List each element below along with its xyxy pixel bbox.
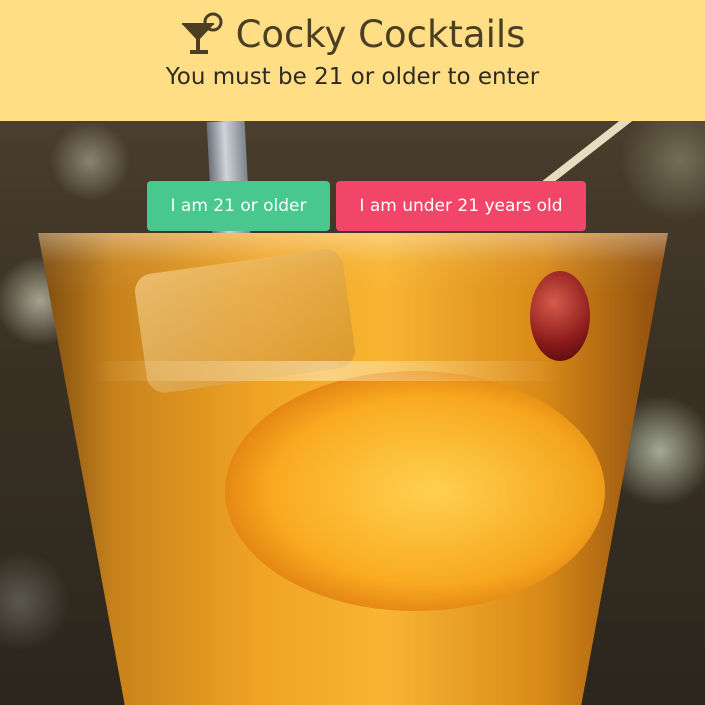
confirm-age-button[interactable]: I am 21 or older xyxy=(147,181,330,231)
cocktail-glass-icon xyxy=(180,12,226,58)
age-requirement-text: You must be 21 or older to enter xyxy=(165,64,540,90)
cherry xyxy=(530,271,590,361)
site-title: Cocky Cocktails xyxy=(235,13,526,56)
header: Cocky Cocktails You must be 21 or older … xyxy=(0,0,705,121)
brand: Cocky Cocktails xyxy=(0,12,705,58)
age-gate-page: Cocky Cocktails You must be 21 or older … xyxy=(0,0,705,705)
liquid-shine xyxy=(90,361,560,381)
age-gate-actions: I am 21 or older I am under 21 years old xyxy=(147,181,586,231)
under-age-button[interactable]: I am under 21 years old xyxy=(336,181,586,231)
orange-slice xyxy=(225,371,605,611)
